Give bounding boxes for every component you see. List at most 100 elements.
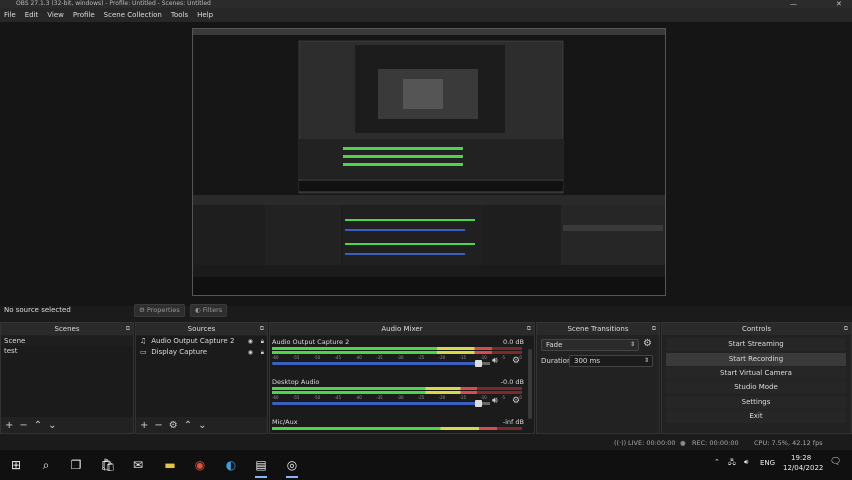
lock-icon[interactable]: 🔒︎ (261, 336, 264, 347)
live-time: LIVE: 00:00:00 (628, 439, 676, 447)
meter-tick-label: -50 (313, 395, 321, 400)
meter-tick-label: -25 (417, 395, 425, 400)
add-icon[interactable]: + (5, 420, 13, 431)
undock-icon[interactable]: ⧉ (844, 323, 848, 335)
meter-tick-label: -60 (272, 395, 279, 400)
undock-icon[interactable]: ⧉ (126, 323, 130, 335)
search-icon[interactable]: ⌕ (38, 457, 54, 473)
spin-icon[interactable]: ⇕ (644, 356, 649, 366)
add-icon[interactable]: + (140, 420, 148, 431)
volume-slider[interactable] (272, 402, 478, 405)
speaker-icon[interactable]: 🔊︎ (492, 356, 498, 366)
menu-help[interactable]: Help (197, 11, 213, 19)
scenes-title: Scenes (54, 325, 80, 333)
chrome-icon[interactable]: ◉ (192, 457, 208, 473)
meter-tick-label: -35 (376, 355, 383, 360)
scene-item[interactable]: Scene (1, 336, 133, 346)
properties-label: Properties (146, 306, 180, 314)
meter-tick-label: -20 (438, 395, 446, 400)
minimize-button[interactable]: — (790, 0, 797, 8)
file-explorer-icon[interactable]: ▬ (162, 457, 178, 473)
menu-view[interactable]: View (47, 11, 64, 19)
remove-icon[interactable]: − (154, 420, 162, 431)
start-recording-button[interactable]: Start Recording (666, 353, 846, 366)
store-icon[interactable]: 🛍︎ (100, 457, 116, 473)
language-indicator[interactable]: ENG (760, 459, 775, 467)
properties-button[interactable]: ⚙ Properties (134, 304, 185, 317)
menu-edit[interactable]: Edit (25, 11, 39, 19)
gear-icon[interactable]: ⚙ (512, 356, 520, 366)
slider-handle[interactable] (475, 360, 482, 367)
transitions-header: Scene Transitions ⧉ (537, 323, 659, 335)
undock-icon[interactable]: ⧉ (527, 323, 531, 335)
move-up-icon[interactable]: ⌃ (34, 420, 42, 431)
visibility-icon[interactable]: ◉ (248, 347, 253, 358)
menu-file[interactable]: File (4, 11, 16, 19)
clock-date[interactable]: 12/04/2022 (783, 464, 823, 472)
app-icon[interactable]: ▤ (253, 457, 269, 478)
gear-icon[interactable]: ⚙ (512, 396, 520, 406)
start-streaming-button[interactable]: Start Streaming (666, 338, 846, 351)
slider-handle[interactable] (475, 400, 482, 407)
obs-icon[interactable]: ◎ (284, 457, 300, 478)
clock-time[interactable]: 19:28 (791, 454, 811, 462)
menu-tools[interactable]: Tools (171, 11, 188, 19)
studio-mode-button[interactable]: Studio Mode (666, 381, 846, 394)
close-button[interactable]: ✕ (836, 0, 842, 8)
speaker-icon[interactable]: 🔊︎ (492, 396, 498, 406)
mixer-tracks: Audio Output Capture 2 0.0 dB -60 -55 -50 -… (270, 336, 534, 433)
meter-ticks: -60 -55 -50 -45 -40 -35 -30 -25 -20 -15 -10 -5 0 (272, 355, 522, 360)
settings-button[interactable]: Settings (666, 396, 846, 409)
move-down-icon[interactable]: ⌄ (48, 420, 56, 431)
meter-tick-label: -60 (272, 355, 279, 360)
live-indicator-icon: ((·)) (614, 439, 627, 447)
start-virtual-camera-button[interactable]: Start Virtual Camera (666, 367, 846, 380)
track-name: Mic/Aux (272, 418, 298, 426)
source-item[interactable]: ♫ Audio Output Capture 2 ◉ 🔒︎ (136, 336, 267, 347)
gear-icon[interactable]: ⚙ (643, 338, 652, 349)
volume-meter (272, 427, 522, 430)
volume-slider[interactable] (272, 362, 478, 365)
transition-select[interactable]: Fade ⇕ (541, 339, 639, 351)
meter-tick-label: -20 (438, 355, 446, 360)
record-indicator-icon: ● (680, 439, 686, 447)
move-up-icon[interactable]: ⌃ (184, 420, 192, 431)
meter-level (272, 347, 492, 350)
duration-input[interactable]: 300 ms ⇕ (569, 355, 653, 367)
gear-icon[interactable]: ⚙ (169, 420, 178, 431)
volume-icon[interactable]: 🔊︎ (744, 458, 748, 467)
chevron-up-icon[interactable]: ⌃ (714, 458, 720, 466)
meter-level (272, 387, 477, 390)
preview-canvas[interactable] (192, 28, 666, 296)
windows-start-icon[interactable]: ⊞ (8, 457, 24, 473)
track-db: -0.0 dB (500, 378, 524, 386)
meter-tick-label: -30 (396, 395, 404, 400)
notification-icon[interactable]: 🗨︎ (830, 457, 841, 467)
scenes-dock: Scenes ⧉ Scene test + − ⌃ ⌄ (0, 322, 134, 434)
sources-dock: Sources ⧉ ♫ Audio Output Capture 2 ◉ 🔒︎ … (135, 322, 268, 434)
volume-meter (272, 347, 522, 350)
remove-icon[interactable]: − (19, 420, 27, 431)
move-down-icon[interactable]: ⌄ (198, 420, 206, 431)
controls-header: Controls ⧉ (662, 323, 851, 335)
task-view-icon[interactable]: ❐ (68, 457, 84, 473)
source-item[interactable]: ▭ Display Capture ◉ 🔒︎ (136, 347, 267, 358)
lock-icon[interactable]: 🔒︎ (261, 347, 264, 358)
menu-scene-collection[interactable]: Scene Collection (104, 11, 162, 19)
audio-mixer-dock: Audio Mixer ⧉ Audio Output Capture 2 0.0… (269, 322, 535, 434)
undock-icon[interactable]: ⧉ (260, 323, 264, 335)
status-bar: ((·)) LIVE: 00:00:00 ● REC: 00:00:00 CPU… (0, 436, 852, 450)
visibility-icon[interactable]: ◉ (248, 336, 253, 347)
mixer-scrollbar[interactable] (528, 349, 532, 419)
network-icon[interactable]: 🖧︎ (728, 458, 736, 469)
scene-item[interactable]: test (1, 346, 133, 356)
filters-button[interactable]: ◐ Filters (190, 304, 228, 317)
undock-icon[interactable]: ⧉ (652, 323, 656, 335)
mail-icon[interactable]: ✉ (130, 457, 146, 473)
menu-profile[interactable]: Profile (73, 11, 95, 19)
edge-icon[interactable]: ◐ (223, 457, 239, 473)
source-name: Audio Output Capture 2 (151, 337, 235, 345)
exit-button[interactable]: Exit (666, 410, 846, 423)
speaker-icon: ♫ (140, 337, 147, 345)
track-db: 0.0 dB (503, 338, 524, 346)
